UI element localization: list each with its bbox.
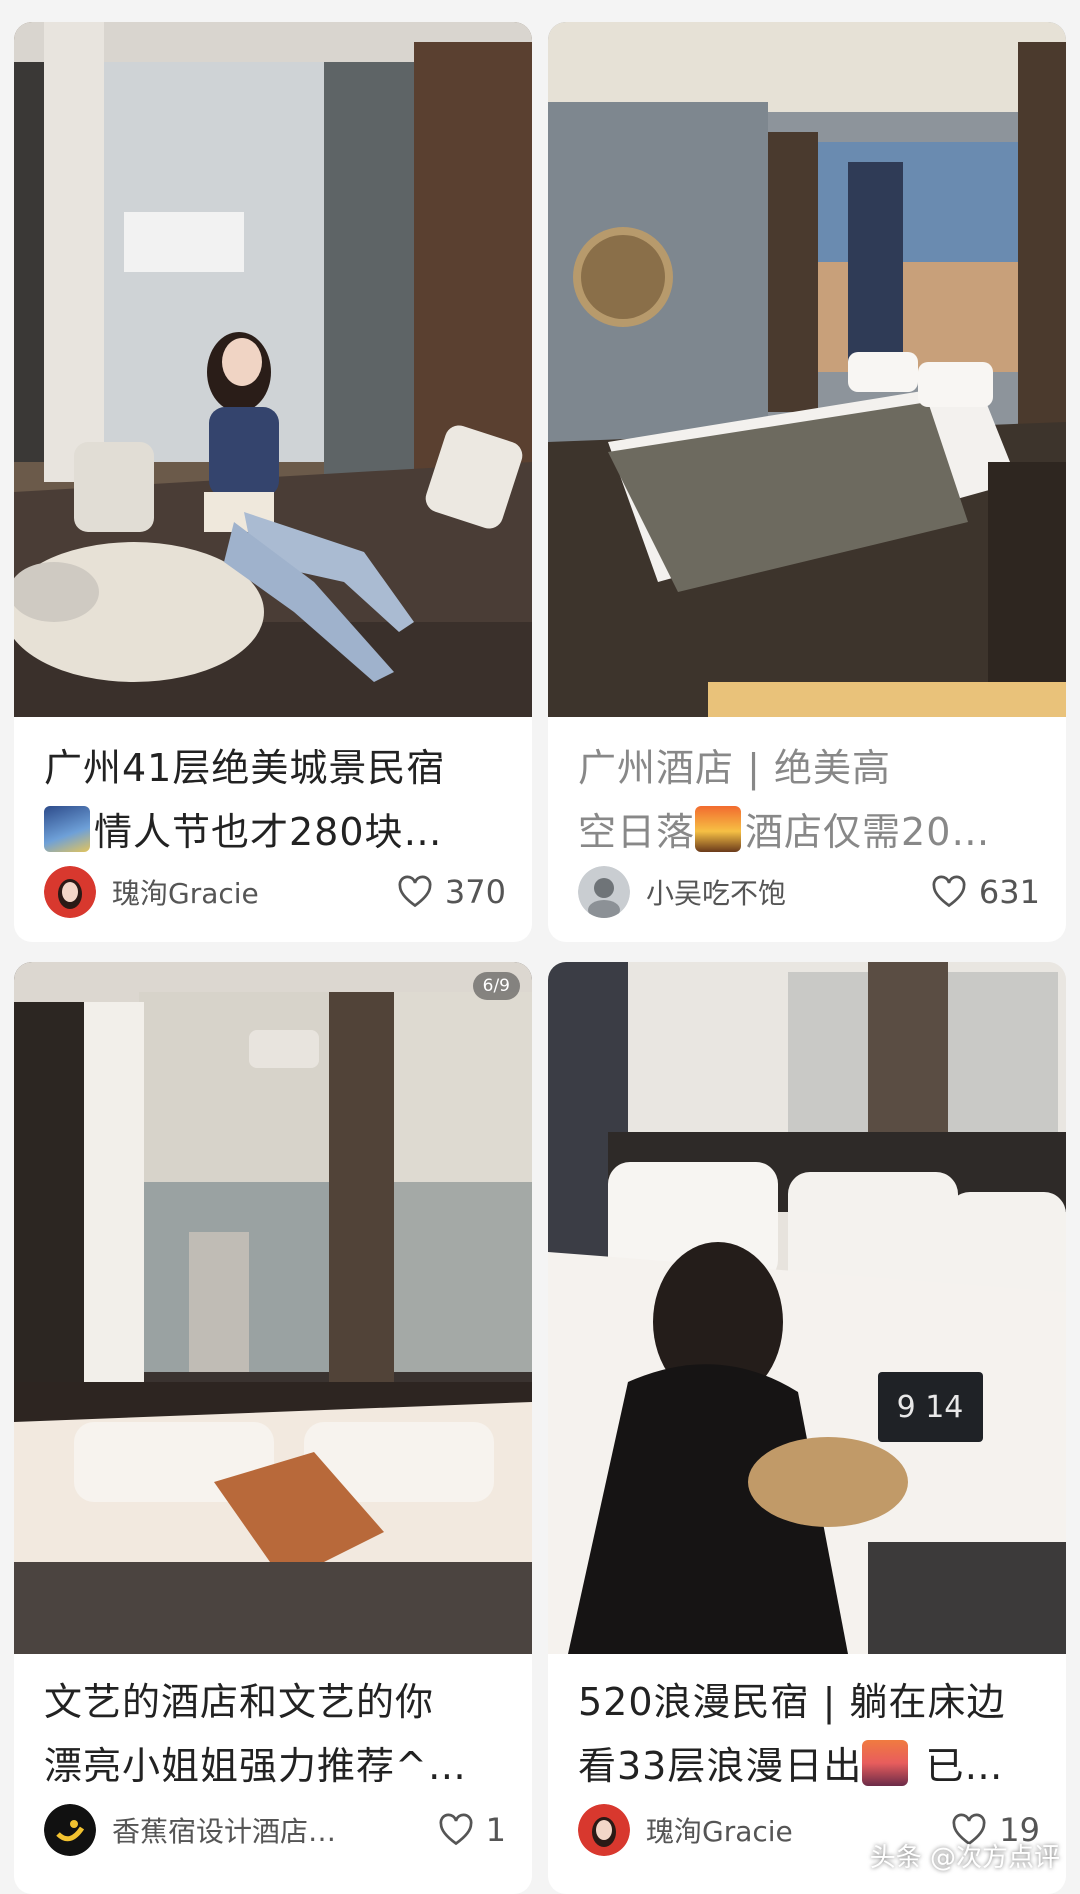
- card-meta: 小吴吃不饱 631: [578, 862, 1040, 922]
- title-line-2: 漂亮小姐姐强力推荐^…: [44, 1744, 467, 1788]
- hotel-bedroom-photo: [548, 22, 1066, 717]
- like-button[interactable]: 370: [397, 873, 506, 911]
- like-count: 1: [485, 1811, 506, 1849]
- feed-card[interactable]: 6/9 文艺的酒店和文艺的你 漂亮小姐姐强力推荐^… 香蕉宿设计酒店… 1: [14, 962, 532, 1894]
- room-window-photo: [14, 22, 532, 717]
- title-line-2a: 空日落: [578, 810, 696, 854]
- title-line-1: 广州41层绝美城景民宿: [44, 746, 446, 790]
- title-line-2b: 已…: [912, 1744, 1004, 1788]
- title-line-1: 广州酒店 | 绝美高: [578, 746, 891, 790]
- avatar[interactable]: [44, 866, 96, 918]
- like-count: 370: [444, 873, 506, 911]
- title-line-2a: 看33层浪漫日出: [578, 1744, 863, 1788]
- card-meta: 瑰洵Gracie 370: [44, 862, 506, 922]
- title-line-2b: 酒店仅需20…: [745, 810, 991, 854]
- title-line-1: 文艺的酒店和文艺的你: [44, 1680, 435, 1724]
- feed-card[interactable]: 广州41层绝美城景民宿 情人节也才280块… 瑰洵Gracie 370: [14, 22, 532, 942]
- card-title[interactable]: 广州41层绝美城景民宿 情人节也才280块…: [44, 736, 510, 864]
- author-name[interactable]: 小吴吃不饱: [646, 872, 931, 912]
- like-count: 631: [978, 873, 1040, 911]
- card-title[interactable]: 520浪漫民宿 | 躺在床边 看33层浪漫日出 已…: [578, 1670, 1044, 1798]
- card-photo[interactable]: [14, 22, 532, 717]
- image-counter: 6/9: [472, 972, 520, 1000]
- night-city-emoji-icon: [44, 806, 90, 852]
- bed-sunrise-photo: 9 14: [548, 962, 1066, 1654]
- author-name[interactable]: 瑰洵Gracie: [112, 872, 397, 912]
- card-meta: 香蕉宿设计酒店… 1: [44, 1800, 506, 1860]
- sunset-emoji-icon: [695, 806, 742, 852]
- clock-display: 9 14: [897, 1390, 964, 1425]
- heart-icon: [932, 875, 966, 908]
- card-photo[interactable]: 6/9: [14, 962, 532, 1654]
- card-title[interactable]: 广州酒店 | 绝美高 空日落 酒店仅需20…: [578, 736, 1044, 864]
- heart-icon: [439, 1813, 473, 1846]
- city-view-bedroom-photo: [14, 962, 532, 1654]
- feed-card[interactable]: 广州酒店 | 绝美高 空日落 酒店仅需20… 小吴吃不饱 631: [548, 22, 1066, 942]
- card-title[interactable]: 文艺的酒店和文艺的你 漂亮小姐姐强力推荐^…: [44, 1670, 510, 1798]
- city-sunrise-emoji-icon: [862, 1740, 909, 1786]
- feed-card[interactable]: 9 14 520浪漫民宿 | 躺在床边 看33层浪漫日出 已… 瑰洵Gracie…: [548, 962, 1066, 1894]
- card-photo[interactable]: 9 14: [548, 962, 1066, 1654]
- source-watermark: 头条 @次方点评: [869, 1843, 1060, 1873]
- avatar[interactable]: [44, 1804, 96, 1856]
- title-line-1: 520浪漫民宿 | 躺在床边: [578, 1680, 1006, 1724]
- title-line-2: 情人节也才280块…: [94, 810, 443, 854]
- like-button[interactable]: 631: [931, 873, 1040, 911]
- author-name[interactable]: 香蕉宿设计酒店…: [112, 1810, 438, 1850]
- avatar[interactable]: [578, 866, 630, 918]
- heart-icon: [398, 875, 432, 908]
- like-button[interactable]: 1: [438, 1811, 506, 1849]
- card-photo[interactable]: [548, 22, 1066, 717]
- avatar[interactable]: [578, 1804, 630, 1856]
